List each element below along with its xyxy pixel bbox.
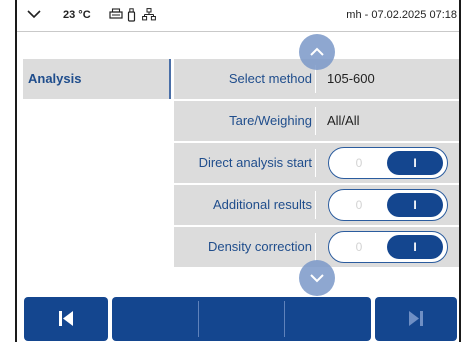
skip-forward-icon bbox=[409, 311, 423, 326]
setting-label: Tare/Weighing bbox=[229, 113, 312, 128]
setting-label: Direct analysis start bbox=[198, 155, 312, 170]
chevron-up-icon bbox=[310, 47, 324, 56]
skip-back-icon bbox=[59, 311, 73, 326]
setting-label: Density correction bbox=[207, 239, 312, 254]
skip-back-button[interactable] bbox=[24, 297, 108, 341]
setting-row-additional-results: Additional results 0 I bbox=[174, 185, 459, 225]
setting-row-direct-analysis-start: Direct analysis start 0 I bbox=[174, 143, 459, 183]
toggle-off-option: 0 bbox=[355, 198, 363, 212]
toggle-on-option: I bbox=[387, 235, 443, 259]
key-divider bbox=[284, 301, 285, 337]
toggle-on-option: I bbox=[387, 193, 443, 217]
usb-stick-icon bbox=[127, 8, 136, 25]
setting-value: All/All bbox=[327, 113, 360, 128]
sidebar-item-analysis[interactable]: Analysis bbox=[23, 59, 171, 99]
user-datetime: mh - 07.02.2025 07:18 bbox=[346, 9, 457, 21]
chevron-down-icon[interactable] bbox=[27, 9, 41, 22]
row-divider bbox=[315, 149, 316, 177]
temperature-readout: 23 °C bbox=[63, 9, 91, 21]
setting-row-tare-weighing[interactable]: Tare/Weighing All/All bbox=[174, 101, 459, 141]
skip-forward-button[interactable] bbox=[375, 297, 457, 341]
toggle-on-option: I bbox=[387, 151, 443, 175]
key-divider bbox=[198, 301, 199, 337]
settings-content: Analysis Select method 105-600 Tare/Weig… bbox=[17, 32, 459, 296]
network-icon bbox=[142, 8, 156, 24]
bottom-navigation bbox=[17, 297, 459, 342]
row-divider bbox=[315, 191, 316, 219]
frame-right-border bbox=[459, 0, 461, 342]
toggle-off-option: 0 bbox=[355, 156, 363, 170]
row-divider bbox=[315, 233, 316, 261]
chevron-down-icon bbox=[310, 274, 324, 283]
toggle-off-option: 0 bbox=[355, 240, 363, 254]
additional-results-toggle[interactable]: 0 I bbox=[328, 189, 448, 221]
printer-icon bbox=[109, 8, 123, 24]
density-correction-toggle[interactable]: 0 I bbox=[328, 231, 448, 263]
row-divider bbox=[315, 107, 316, 135]
direct-analysis-start-toggle[interactable]: 0 I bbox=[328, 147, 448, 179]
sidebar-item-label: Analysis bbox=[28, 71, 82, 86]
settings-list: Select method 105-600 Tare/Weighing All/… bbox=[174, 59, 459, 269]
scroll-down-button[interactable] bbox=[299, 260, 335, 296]
function-key-bar bbox=[112, 297, 371, 341]
scroll-up-button[interactable] bbox=[299, 34, 335, 70]
status-bar: 23 °C mh - 07.02.2025 07:18 bbox=[17, 0, 459, 32]
setting-label: Additional results bbox=[213, 197, 312, 212]
